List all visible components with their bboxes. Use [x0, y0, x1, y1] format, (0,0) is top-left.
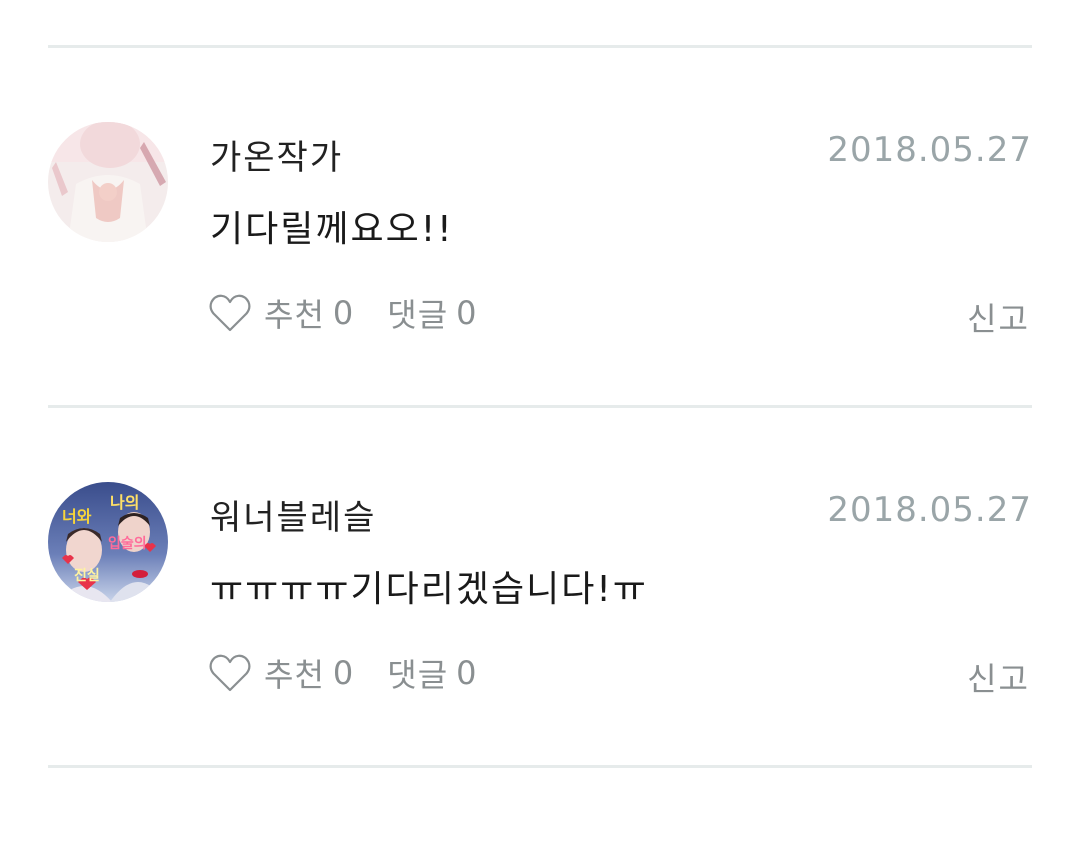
like-count: 0 — [332, 654, 354, 692]
comment-date: 2018.05.27 — [827, 130, 1032, 170]
author-name[interactable]: 워너블레슬 — [210, 490, 376, 539]
comment-date: 2018.05.27 — [827, 490, 1032, 530]
report-button[interactable]: 신고 — [967, 294, 1030, 340]
heart-icon[interactable] — [208, 652, 252, 694]
reply-label: 댓글 — [387, 296, 449, 334]
avatar-text-1: 너와 — [62, 507, 92, 526]
heart-icon[interactable] — [208, 292, 252, 334]
divider-middle — [48, 405, 1032, 408]
reply-count: 0 — [456, 654, 477, 692]
reply-button[interactable]: 댓글 0 — [375, 290, 476, 336]
comment-item: 너와 나의 입술의 진실 워너블레슬 2018.05.27 ㅠㅠㅠㅠ기다리겠습니… — [0, 482, 1080, 842]
comment-actions: 추천 0 댓글 0 — [208, 290, 477, 336]
comment-item: 가온작가 2018.05.27 기다릴께요오!! 추천 0 댓글 0 신고 — [0, 122, 1080, 482]
report-button[interactable]: 신고 — [967, 654, 1030, 700]
avatar[interactable] — [48, 122, 168, 242]
reply-count: 0 — [456, 294, 477, 332]
comment-text: 기다릴께요오!! — [210, 209, 454, 250]
divider-bottom — [48, 765, 1032, 768]
avatar-text-4: 진실 — [74, 567, 100, 584]
comment-text: ㅠㅠㅠㅠ기다리겠습니다!ㅠ — [210, 569, 648, 610]
avatar-text-2: 나의 — [110, 493, 139, 512]
comment-actions: 추천 0 댓글 0 — [208, 650, 477, 696]
divider-top — [48, 45, 1032, 48]
author-name[interactable]: 가온작가 — [210, 130, 343, 179]
avatar[interactable]: 너와 나의 입술의 진실 — [48, 482, 168, 602]
avatar-text-3: 입술의 — [108, 535, 147, 552]
like-label: 추천 — [264, 296, 325, 334]
like-label: 추천 — [264, 656, 325, 694]
reply-label: 댓글 — [387, 656, 449, 694]
reply-button[interactable]: 댓글 0 — [375, 650, 476, 696]
like-count: 0 — [332, 294, 354, 332]
